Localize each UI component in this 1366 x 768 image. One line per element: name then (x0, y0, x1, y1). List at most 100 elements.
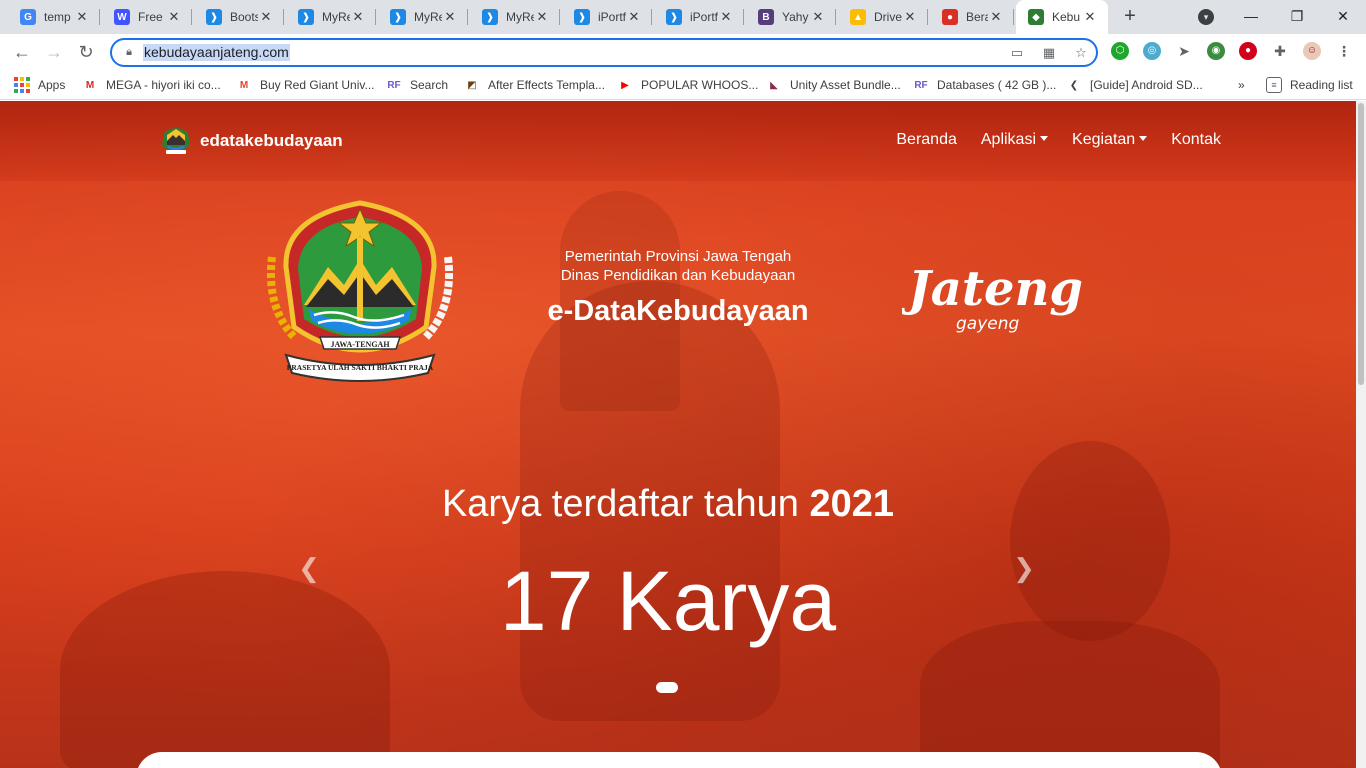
bookmark-item[interactable]: RF Search (386, 76, 448, 94)
close-tab-icon[interactable]: ✕ (534, 9, 550, 25)
slide-count: 17 Karya (499, 554, 837, 648)
department-line: Dinas Pendidikan dan Kebudayaan (560, 267, 796, 284)
site-brand[interactable]: edatakebudayaan (158, 123, 343, 159)
browser-tab[interactable]: ● Berar✕ (930, 0, 1014, 34)
back-button[interactable]: ← (10, 40, 34, 64)
browser-tab[interactable]: ❱ Boots ✕ (194, 0, 284, 34)
extension-record-icon[interactable]: ● (1239, 42, 1257, 60)
close-tab-icon[interactable]: ✕ (1082, 9, 1098, 25)
browser-tab[interactable]: ◆ Kebu ✕ (1016, 0, 1108, 34)
jateng-gayeng-logo: Jateng gayeng (902, 261, 1083, 334)
browser-menu-icon[interactable]: ⋮ (1335, 42, 1353, 60)
unity-icon: ◣ (770, 79, 778, 91)
bookmark-item[interactable]: ◩ After Effects Templa... (464, 76, 605, 94)
close-tab-icon[interactable]: ✕ (350, 9, 366, 25)
tab-separator (743, 9, 744, 25)
browser-tab[interactable]: ▲ Drive ✕ (838, 0, 928, 34)
tab-separator (1013, 9, 1014, 25)
more-bookmarks-button[interactable]: » (1238, 76, 1245, 94)
bookmark-label: After Effects Templa... (488, 78, 605, 92)
cast-icon[interactable]: ▭ (1008, 44, 1026, 62)
profile-avatar[interactable]: ☺ (1303, 42, 1321, 60)
bookmarks-bar: » ≡ Reading list Apps M MEGA - hiyori iki … (0, 70, 1366, 100)
browser-tab[interactable]: ❱ MyRe✕ (470, 0, 560, 34)
tab-separator (467, 9, 468, 25)
bookmark-item[interactable]: RF Databases ( 42 GB )... (913, 76, 1056, 94)
browser-tab[interactable]: Gtemp ✕ (8, 0, 100, 34)
browser-tab[interactable]: ❱ iPortf ✕ (654, 0, 744, 34)
bookmark-item[interactable]: Apps (14, 76, 65, 94)
reading-list-button[interactable]: ≡ Reading list (1266, 76, 1353, 94)
extension-arrow-icon[interactable]: ➤ (1175, 42, 1193, 60)
bootstrapmade-icon: ❱ (298, 9, 314, 25)
nav-item-kegiatan[interactable]: Kegiatan (1072, 131, 1148, 149)
close-tab-icon[interactable]: ✕ (258, 9, 274, 25)
tab-search-icon[interactable]: ▾ (1198, 9, 1214, 25)
close-tab-icon[interactable]: ✕ (988, 9, 1004, 25)
jawa-tengah-emblem: JAWA-TENGAH PRASETYA ULAH SAKTI BHAKTI P… (266, 200, 454, 382)
qr-code-icon[interactable]: ▦ (1040, 44, 1058, 62)
browser-tab[interactable]: ❱ MyRe✕ (378, 0, 468, 34)
carousel-next-button[interactable]: ❯ (1012, 555, 1036, 581)
tab-title: Yahy (782, 10, 809, 24)
close-tab-icon[interactable]: ✕ (902, 9, 918, 25)
page-scrollbar[interactable] (1356, 101, 1366, 768)
close-tab-icon[interactable]: ✕ (718, 9, 734, 25)
browser-tab[interactable]: W Free ✕ (102, 0, 192, 34)
wayang-silhouette (1010, 441, 1170, 641)
tab-separator (191, 9, 192, 25)
tab-title: Drive (874, 10, 902, 24)
bootstrapmade-icon: ❱ (206, 9, 222, 25)
new-tab-button[interactable]: + (1118, 5, 1142, 29)
reload-button[interactable]: ↻ (74, 40, 98, 64)
browser-tab[interactable]: B Yahy ✕ (746, 0, 836, 34)
nav-item-beranda[interactable]: Beranda (896, 131, 957, 149)
bookmark-item[interactable]: M MEGA - hiyori iki co... (82, 76, 221, 94)
close-tab-icon[interactable]: ✕ (810, 9, 826, 25)
browser-tab[interactable]: ❱ MyRe✕ (286, 0, 376, 34)
bookmark-item[interactable]: ▶ POPULAR WHOOS... (617, 76, 758, 94)
close-tab-icon[interactable]: ✕ (74, 9, 90, 25)
bookmark-item[interactable]: ◣ Unity Asset Bundle... (766, 76, 901, 94)
lock-icon[interactable]: 🔒︎ (122, 45, 136, 59)
rf-icon: RF (914, 79, 928, 91)
tab-separator (559, 9, 560, 25)
tab-separator (835, 9, 836, 25)
xda-icon: ❮ (1069, 79, 1079, 91)
minimize-window-button[interactable]: — (1236, 4, 1266, 28)
web-page-hero: edatakebudayaan Beranda Aplikasi Kegiatan K… (0, 101, 1356, 768)
extension-green-icon[interactable]: ⬡ (1111, 42, 1129, 60)
brand-name: edatakebudayaan (200, 131, 343, 150)
bookmark-item[interactable]: M Buy Red Giant Univ... (236, 76, 375, 94)
extensions-puzzle-icon[interactable]: ✚ (1271, 42, 1289, 60)
bootstrapmade-icon: ❱ (390, 9, 406, 25)
nav-item-aplikasi[interactable]: Aplikasi (981, 131, 1049, 149)
caret-down-icon (1139, 136, 1148, 141)
youtube-icon: ▶ (621, 79, 629, 91)
close-tab-icon[interactable]: ✕ (442, 9, 458, 25)
extension-globe-icon[interactable]: ◉ (1207, 42, 1225, 60)
carousel-prev-button[interactable]: ❮ (297, 555, 321, 581)
extension-search-icon[interactable]: ◎ (1143, 42, 1161, 60)
close-window-button[interactable]: ✕ (1328, 4, 1358, 28)
jateng-emblem-icon (162, 128, 190, 154)
bookmark-label: Buy Red Giant Univ... (260, 78, 375, 92)
tab-title: Kebu (1052, 10, 1081, 24)
forward-button[interactable]: → (42, 40, 66, 64)
bookmark-item[interactable]: ❮ [Guide] Android SD... (1066, 76, 1203, 94)
jateng-logo-word: Jateng (902, 261, 1083, 317)
scrollbar-thumb[interactable] (1358, 103, 1364, 385)
webflow-w-icon: W (114, 9, 130, 25)
bookmark-star-icon[interactable]: ☆ (1072, 44, 1090, 62)
carousel-indicator[interactable] (656, 682, 678, 693)
tab-title: MyRe (414, 10, 442, 24)
url-text[interactable]: kebudayaanjateng.com (143, 44, 290, 61)
close-tab-icon[interactable]: ✕ (166, 9, 182, 25)
nav-item-label: Beranda (896, 131, 957, 148)
address-bar[interactable]: 🔒︎ kebudayaanjateng.com ▭ ▦ ☆ (110, 38, 1098, 67)
browser-tab[interactable]: ❱ iPortf ✕ (562, 0, 652, 34)
restore-window-button[interactable]: ❐ (1282, 4, 1312, 28)
nav-item-kontak[interactable]: Kontak (1171, 131, 1221, 149)
close-tab-icon[interactable]: ✕ (626, 9, 642, 25)
slide-heading: Karya terdaftar tahun 2021 (378, 481, 958, 527)
